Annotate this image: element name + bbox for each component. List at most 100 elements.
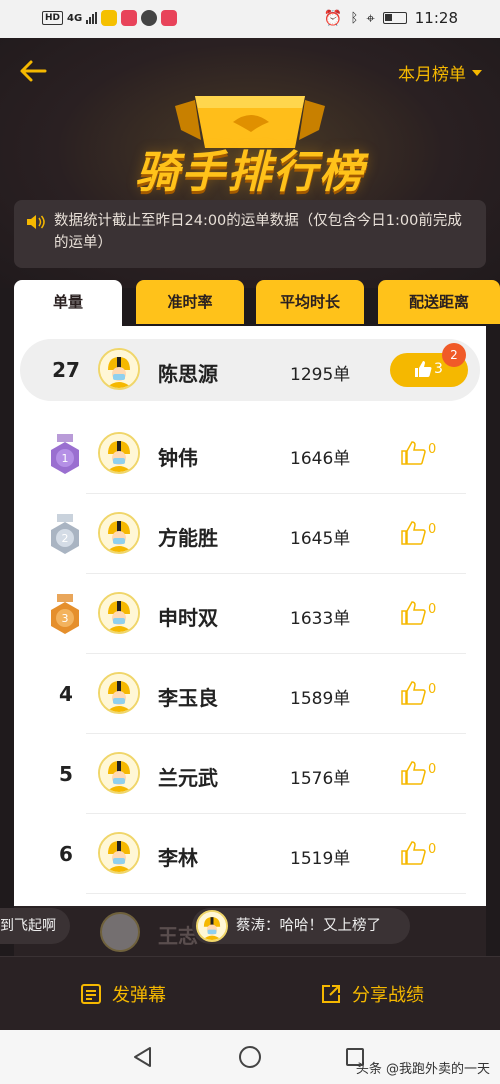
like-button[interactable]: 0 xyxy=(400,678,450,708)
rank-number: 4 xyxy=(59,682,73,706)
period-label: 本月榜单 xyxy=(398,65,466,85)
signal-icon xyxy=(86,12,98,24)
like-button[interactable]: 0 xyxy=(400,758,450,788)
like-button[interactable]: 0 xyxy=(400,838,450,868)
danmaku-text: 蔡涛：哈哈！又上榜了 xyxy=(236,918,381,934)
like-button[interactable]: 0 xyxy=(400,438,450,468)
send-danmaku-label: 发弹幕 xyxy=(112,985,166,1006)
medal-second-icon: 2 xyxy=(51,514,79,554)
avatar xyxy=(98,512,140,554)
order-count: 1519单 xyxy=(290,849,351,869)
danmaku-bubble: 到飞起啊 xyxy=(0,908,70,944)
rider-name: 陈思源 xyxy=(158,362,218,386)
share-button[interactable]: 分享战绩 xyxy=(320,981,424,1007)
rider-name: 兰元武 xyxy=(158,766,218,790)
battery-icon xyxy=(382,12,407,24)
app-icon xyxy=(161,10,178,26)
like-count: 0 xyxy=(428,682,437,697)
svg-text:2: 2 xyxy=(62,532,69,545)
tab-average-duration[interactable]: 平均时长 xyxy=(256,280,364,324)
thumbs-up-icon xyxy=(401,441,426,465)
avatar xyxy=(98,592,140,634)
avatar xyxy=(98,832,140,874)
rider-row: 5 兰元武 1576单 0 xyxy=(14,734,486,814)
location-icon: ⌖ xyxy=(366,9,375,27)
wechat-icon xyxy=(141,10,158,26)
rider-row: 4 李玉良 1589单 0 xyxy=(14,654,486,734)
bluetooth-icon: ᛒ xyxy=(350,10,359,26)
rank-number: 6 xyxy=(59,842,73,866)
rider-name: 钟伟 xyxy=(158,446,198,470)
page-title: 骑手排行榜 xyxy=(135,147,365,198)
order-count: 1295单 xyxy=(290,365,351,385)
my-rank-row: 27 陈思源 1295单 3 2 xyxy=(20,339,480,401)
tab-bar: 单量 准时率 平均时长 配送距离 xyxy=(14,280,500,328)
like-button[interactable]: 0 xyxy=(400,598,450,628)
danmaku-icon xyxy=(81,984,101,1004)
like-button[interactable]: 0 xyxy=(400,518,450,548)
speaker-icon xyxy=(27,215,45,229)
nav-back-icon[interactable] xyxy=(132,1046,152,1068)
like-count: 0 xyxy=(428,522,437,537)
rank-number: 5 xyxy=(59,762,73,786)
nav-home-icon[interactable] xyxy=(239,1046,261,1068)
ranking-list: 27 陈思源 1295单 3 2 1 钟伟 1646单 0 2 方能胜 1645… xyxy=(14,326,486,906)
app-icon xyxy=(101,10,118,26)
order-count: 1576单 xyxy=(290,769,351,789)
rider-row: 3 申时双 1633单 0 xyxy=(14,574,486,654)
like-count: 0 xyxy=(428,442,437,457)
rider-row: 6 李林 1519单 0 xyxy=(14,814,486,894)
send-danmaku-button[interactable]: 发弹幕 xyxy=(80,981,166,1007)
divider xyxy=(86,893,466,894)
medal-first-icon: 1 xyxy=(51,434,79,474)
share-icon xyxy=(322,985,340,1003)
notice-text: 数据统计截止至昨日24:00的运单数据（仅包含今日1:00前完成的运单） xyxy=(54,213,462,251)
system-nav-bar: 头条 @我跑外卖的一天 xyxy=(0,1030,500,1084)
avatar xyxy=(196,910,228,942)
action-bar: 发弹幕 分享战绩 xyxy=(0,956,500,1030)
tab-on-time-rate[interactable]: 准时率 xyxy=(136,280,244,324)
thumbs-up-icon xyxy=(401,601,426,625)
order-count: 1633单 xyxy=(290,609,351,629)
thumbs-up-icon xyxy=(415,361,432,377)
alarm-icon: ⏰ xyxy=(323,9,343,27)
rider-row: 1 钟伟 1646单 0 xyxy=(14,414,486,494)
order-count: 1646单 xyxy=(290,449,351,469)
avatar xyxy=(98,672,140,714)
order-count: 1645单 xyxy=(290,529,351,549)
avatar xyxy=(100,912,140,952)
thumbs-up-icon xyxy=(401,841,426,865)
avatar xyxy=(98,752,140,794)
danmaku-bubble: 蔡涛：哈哈！又上榜了 xyxy=(192,908,410,944)
svg-text:1: 1 xyxy=(62,452,69,465)
status-time: 11:28 xyxy=(414,9,458,27)
status-bar: HD 4G ⏰ ᛒ ⌖ 11:28 xyxy=(0,0,500,38)
tab-delivery-distance[interactable]: 配送距离 xyxy=(378,280,500,324)
rider-name: 李林 xyxy=(158,846,198,870)
network-label: 4G xyxy=(67,12,83,24)
medal-third-icon: 3 xyxy=(51,594,79,634)
tab-order-count[interactable]: 单量 xyxy=(14,280,122,328)
order-count: 1589单 xyxy=(290,689,351,709)
like-count: 0 xyxy=(428,842,437,857)
hd-label: HD xyxy=(42,11,64,25)
svg-text:3: 3 xyxy=(62,612,69,625)
back-arrow-icon[interactable] xyxy=(18,56,48,86)
rider-row: 2 方能胜 1645单 0 xyxy=(14,494,486,574)
avatar xyxy=(98,348,140,390)
period-selector[interactable]: 本月榜单 xyxy=(398,60,482,85)
rank-number: 27 xyxy=(52,358,80,382)
notification-badge: 2 xyxy=(442,343,466,367)
thumbs-up-icon xyxy=(401,681,426,705)
share-label: 分享战绩 xyxy=(352,985,424,1006)
app-icon xyxy=(121,10,138,26)
caret-down-icon xyxy=(472,69,482,76)
avatar xyxy=(98,432,140,474)
rider-name: 申时双 xyxy=(158,606,218,630)
rider-name: 李玉良 xyxy=(158,686,218,710)
like-count: 0 xyxy=(428,602,437,617)
thumbs-up-icon xyxy=(401,521,426,545)
notice-banner: 数据统计截止至昨日24:00的运单数据（仅包含今日1:00前完成的运单） xyxy=(14,200,486,268)
like-count: 3 xyxy=(434,361,443,377)
watermark: 头条 @我跑外卖的一天 xyxy=(355,1062,490,1077)
